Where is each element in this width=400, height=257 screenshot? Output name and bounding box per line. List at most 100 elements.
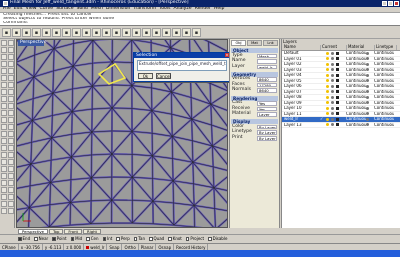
- column-material[interactable]: Material: [347, 45, 375, 50]
- render-icon[interactable]: [8, 159, 14, 165]
- column-name[interactable]: Name: [283, 45, 321, 50]
- layer-print-color[interactable]: [366, 68, 374, 72]
- osnap-point[interactable]: Point: [52, 237, 67, 241]
- lock-icon[interactable]: [331, 123, 334, 127]
- property-value[interactable]: [257, 59, 277, 64]
- fillet-icon[interactable]: [1, 75, 7, 81]
- layer-print-color[interactable]: [366, 90, 374, 94]
- property-value[interactable]: By Layer: [257, 124, 277, 130]
- visibility-bulb-icon[interactable]: [326, 79, 329, 83]
- lock-icon[interactable]: [331, 101, 334, 105]
- layer-linetype[interactable]: Continuous: [374, 51, 394, 55]
- checkbox-icon[interactable]: [18, 237, 22, 241]
- dimension-icon[interactable]: [1, 152, 7, 158]
- rotate3d-icon[interactable]: [1, 117, 7, 123]
- menu-item-solid[interactable]: Solid: [77, 7, 88, 12]
- zoom-extents-icon[interactable]: ▪: [132, 27, 141, 37]
- visibility-bulb-icon[interactable]: [326, 68, 329, 72]
- layer-material[interactable]: Continuous: [346, 101, 366, 105]
- lock-icon[interactable]: [331, 62, 334, 66]
- layer-print-color[interactable]: [366, 95, 374, 99]
- cut-icon[interactable]: ▪: [42, 27, 51, 37]
- current-check-icon[interactable]: ✓: [320, 117, 324, 121]
- visibility-bulb-icon[interactable]: [326, 95, 329, 99]
- undo-icon[interactable]: ▪: [72, 27, 81, 37]
- layer-material[interactable]: Continuous: [346, 57, 366, 61]
- layer-row[interactable]: Layer 13 Continuous Continuous: [282, 123, 400, 128]
- print-icon[interactable]: ▪: [32, 27, 41, 37]
- render-icon[interactable]: ▪: [172, 27, 181, 37]
- visibility-bulb-icon[interactable]: [326, 123, 329, 127]
- layer-color-swatch[interactable]: [336, 68, 339, 72]
- grid-icon[interactable]: ▪: [142, 27, 151, 37]
- contour-icon[interactable]: [8, 194, 14, 200]
- point-icon[interactable]: [8, 40, 14, 46]
- cylinder-icon[interactable]: [8, 96, 14, 102]
- layer-name[interactable]: Layer 02: [282, 62, 320, 66]
- visibility-bulb-icon[interactable]: [326, 62, 329, 66]
- layer-linetype[interactable]: Continuous: [374, 73, 394, 77]
- visibility-bulb-icon[interactable]: [326, 101, 329, 105]
- layer-material[interactable]: Continuous: [346, 106, 366, 110]
- property-value[interactable]: Layer: [257, 112, 277, 117]
- help-icon[interactable]: [8, 173, 14, 179]
- visibility-bulb-icon[interactable]: [326, 112, 329, 116]
- surface-icon[interactable]: [1, 82, 7, 88]
- blend-icon[interactable]: [8, 208, 14, 214]
- layer-linetype[interactable]: Continuous: [374, 123, 394, 127]
- property-value[interactable]: Yes: [257, 101, 277, 106]
- layer-print-color[interactable]: [366, 51, 374, 55]
- view-tab-right[interactable]: Right: [83, 228, 102, 234]
- lock-icon[interactable]: [331, 79, 334, 83]
- layer-name[interactable]: Layer 10: [282, 106, 320, 110]
- layer-name[interactable]: Layer 05: [282, 79, 320, 83]
- layer-print-color[interactable]: [366, 117, 374, 121]
- lock-icon[interactable]: [331, 68, 334, 72]
- checkbox-icon[interactable]: [208, 237, 212, 241]
- layer-name[interactable]: Layer 13: [282, 123, 320, 127]
- unroll-icon[interactable]: [1, 201, 7, 207]
- osnap-disable[interactable]: Disable: [208, 237, 227, 241]
- layer-icon[interactable]: ▪: [152, 27, 161, 37]
- checkbox-icon[interactable]: [52, 237, 56, 241]
- property-value[interactable]: By Layer: [257, 130, 277, 136]
- rotate-icon[interactable]: ▪: [102, 27, 111, 37]
- mesh-icon[interactable]: [1, 103, 7, 109]
- layer-material[interactable]: Continuous: [346, 79, 366, 83]
- rectangle-icon[interactable]: [8, 61, 14, 67]
- layer-material[interactable]: Continuous: [346, 95, 366, 99]
- lock-icon[interactable]: [331, 73, 334, 77]
- maximize-icon[interactable]: [388, 1, 393, 6]
- properties-tab-obj[interactable]: Obj: [231, 40, 246, 46]
- layer-color-swatch[interactable]: [336, 62, 339, 66]
- layer-material[interactable]: Continuous: [346, 112, 366, 116]
- checkbox-icon[interactable]: [168, 237, 172, 241]
- osnap-knot[interactable]: Knot: [168, 237, 182, 241]
- lock-icon[interactable]: [331, 84, 334, 88]
- properties-tab-mat[interactable]: Mat: [247, 40, 262, 46]
- scale-icon[interactable]: [8, 117, 14, 123]
- viewport-title[interactable]: Perspective: [18, 40, 47, 46]
- menu-item-surface[interactable]: Surface: [56, 7, 74, 12]
- property-value[interactable]: 8640: [257, 77, 277, 82]
- section-icon[interactable]: [1, 194, 7, 200]
- menu-item-analyze[interactable]: Analyze: [174, 7, 192, 12]
- copy-icon[interactable]: ▪: [52, 27, 61, 37]
- cancel-button[interactable]: Cancel: [156, 73, 171, 79]
- osnap-tan[interactable]: Tan: [133, 237, 145, 241]
- layer-print-color[interactable]: [366, 123, 374, 127]
- property-value[interactable]: 8640: [257, 88, 277, 94]
- save-icon[interactable]: ▪: [22, 27, 31, 37]
- menu-item-view[interactable]: View: [26, 7, 37, 12]
- layer-name[interactable]: Layer 03: [282, 68, 320, 72]
- shade-icon[interactable]: ▪: [182, 27, 191, 37]
- osnap-quad[interactable]: Quad: [149, 237, 164, 241]
- osnap-project[interactable]: Project: [185, 237, 204, 241]
- light-icon[interactable]: [1, 180, 7, 186]
- checkbox-icon[interactable]: [133, 237, 138, 241]
- menu-item-transform[interactable]: Transform: [133, 7, 156, 12]
- offset-icon[interactable]: [8, 75, 14, 81]
- layer-print-color[interactable]: [366, 101, 374, 105]
- lock-icon[interactable]: [331, 106, 334, 110]
- layer-print-color[interactable]: [366, 62, 374, 66]
